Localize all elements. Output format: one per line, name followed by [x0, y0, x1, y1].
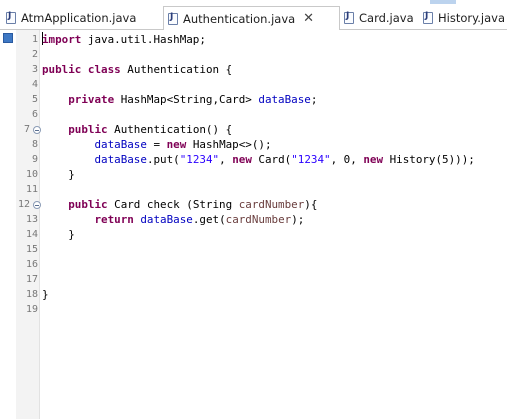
code-line: import java.util.HashMap;: [42, 32, 206, 47]
window-accent: [430, 0, 456, 4]
keyword: new: [363, 153, 384, 166]
line-number: 17: [25, 274, 38, 285]
field-name: dataBase: [258, 93, 311, 106]
line-number: 14: [25, 229, 38, 240]
java-file-icon: [168, 12, 178, 25]
code-line: private HashMap<String,Card> dataBase;: [42, 92, 317, 107]
line-number: 1: [31, 34, 38, 45]
keyword: new: [232, 153, 252, 166]
code-text: ){: [304, 198, 318, 211]
field-name: dataBase: [140, 213, 193, 226]
tab-atmapplication[interactable]: AtmApplication.java: [2, 7, 160, 29]
keyword: public: [42, 63, 82, 76]
code-text: }: [68, 228, 75, 241]
code-text: java.util.HashMap;: [81, 33, 206, 46]
tab-authentication[interactable]: Authentication.java ✕: [163, 6, 340, 30]
parameter-name: cardNumber: [238, 198, 305, 211]
fold-toggle-icon[interactable]: [33, 126, 41, 134]
code-line: public class Authentication {: [42, 62, 232, 77]
keyword: new: [166, 138, 187, 151]
string-literal: "1234": [179, 153, 220, 166]
code-text: ,: [219, 153, 233, 166]
code-text: , 0,: [330, 153, 364, 166]
code-line: }: [42, 287, 49, 302]
code-text: Authentication() {: [107, 123, 233, 136]
line-number: 8: [31, 139, 38, 150]
line-number: 5: [31, 94, 38, 105]
tab-label: Authentication.java: [183, 11, 296, 26]
line-number: 12: [17, 199, 30, 210]
code-text: .put(: [146, 153, 180, 166]
line-number: 3: [31, 64, 38, 75]
code-text: Card check (String: [107, 198, 239, 211]
overview-ruler: [0, 30, 16, 419]
java-file-icon: [344, 11, 354, 24]
line-number: 16: [25, 259, 38, 270]
string-literal: "1234": [291, 153, 331, 166]
code-text: );: [291, 213, 305, 226]
code-line: }: [42, 167, 75, 182]
line-number: 11: [25, 184, 38, 195]
keyword: class: [87, 63, 121, 76]
java-file-icon: [423, 11, 433, 24]
line-number: 9: [31, 154, 38, 165]
code-text: }: [68, 168, 75, 181]
line-number: 10: [25, 169, 38, 180]
code-text: History(5)));: [383, 153, 475, 166]
line-number: 6: [31, 109, 38, 120]
close-tab-icon[interactable]: ✕: [303, 12, 314, 25]
line-number: 18: [25, 289, 38, 300]
code-line: dataBase.put("1234", new Card("1234", 0,…: [42, 152, 475, 167]
keyword: import: [42, 33, 82, 46]
tab-history[interactable]: History.java: [419, 7, 507, 29]
line-number: 19: [25, 304, 38, 315]
line-number: 7: [23, 124, 30, 135]
code-text: Card(: [251, 153, 292, 166]
tab-card[interactable]: Card.java: [340, 7, 414, 29]
tab-label: AtmApplication.java: [21, 11, 137, 25]
line-number: 15: [25, 244, 38, 255]
line-number: 2: [31, 49, 38, 60]
code-editor[interactable]: 1 2 3 4 5 6 7 8 9 10 11 12 13 14 15 16 1…: [0, 30, 507, 419]
keyword: return: [94, 213, 134, 226]
code-line: return dataBase.get(cardNumber);: [42, 212, 304, 227]
code-text: .get(: [192, 213, 226, 226]
code-text: ;: [310, 93, 318, 106]
parameter-name: cardNumber: [225, 213, 292, 226]
field-name: dataBase: [94, 138, 147, 151]
line-number: 13: [25, 214, 38, 225]
line-number: 4: [31, 79, 38, 90]
code-text: =: [146, 138, 167, 151]
code-text: }: [42, 288, 49, 301]
bookmark-marker: [3, 33, 13, 43]
editor-tab-bar: AtmApplication.java Authentication.java …: [0, 0, 507, 30]
code-line: public Authentication() {: [42, 122, 232, 137]
tab-label: History.java: [438, 11, 506, 25]
code-text: HashMap<String,Card>: [114, 93, 259, 106]
fold-toggle-icon[interactable]: [33, 201, 41, 209]
code-line: dataBase = new HashMap<>();: [42, 137, 272, 152]
code-line: public Card check (String cardNumber){: [42, 197, 317, 212]
keyword: public: [68, 123, 108, 136]
field-name: dataBase: [94, 153, 147, 166]
code-text: Authentication {: [120, 63, 233, 76]
keyword: private: [68, 93, 115, 106]
java-file-icon: [6, 11, 16, 24]
tab-label: Card.java: [359, 11, 414, 25]
code-line: }: [42, 227, 75, 242]
keyword: public: [68, 198, 108, 211]
code-text: HashMap<>();: [186, 138, 272, 151]
